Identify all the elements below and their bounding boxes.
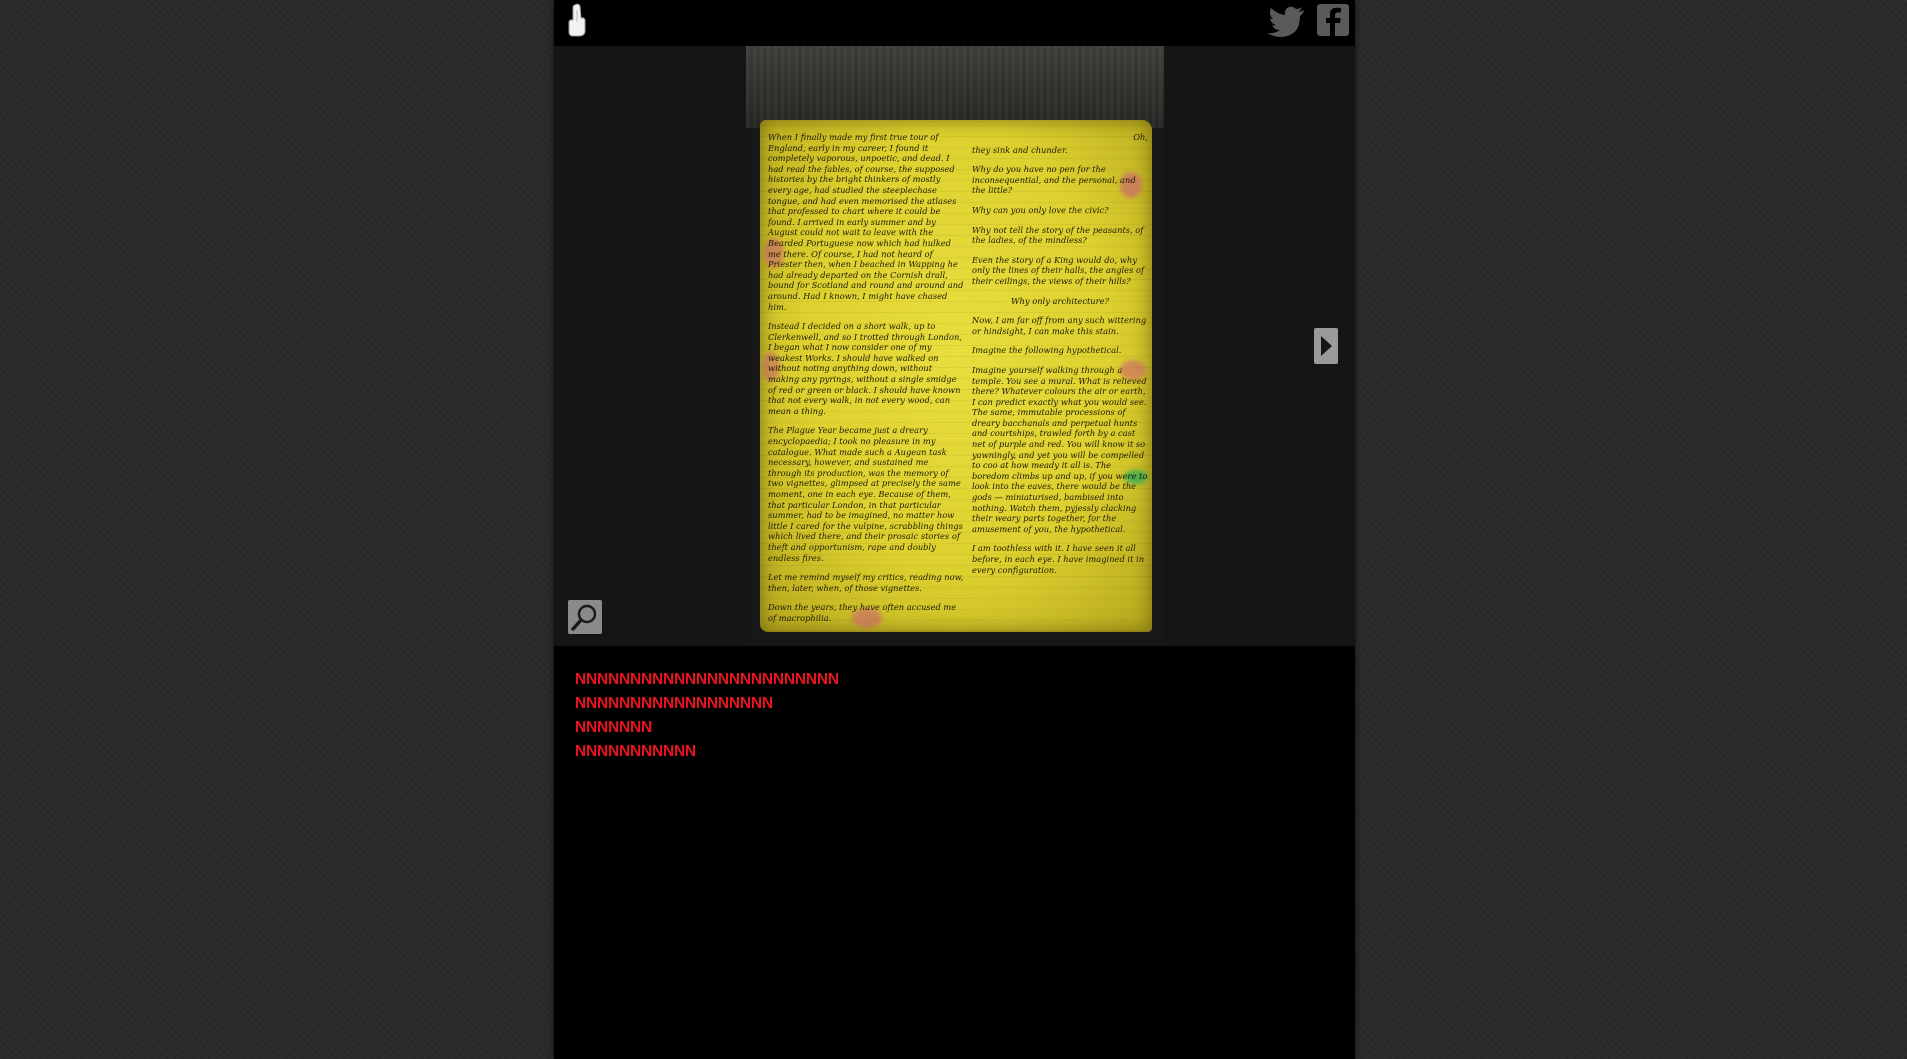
- paragraph: Oh,: [1133, 132, 1148, 142]
- paragraph: When I finally made my first true tour o…: [768, 132, 964, 312]
- caption-line: NNNNNNNNNNNNNNNNNN: [575, 695, 773, 712]
- paragraph: they sink and chunder.: [972, 144, 1068, 155]
- thumb-logo-icon[interactable]: [562, 2, 592, 38]
- top-bar: [554, 0, 1355, 46]
- zoom-button[interactable]: [568, 600, 602, 634]
- caption-text-panel: NNNNNNNNNNNNNNNNNNNNNNNN NNNNNNNNNNNNNNN…: [575, 668, 1335, 764]
- paragraph: Imagine yourself walking through a templ…: [972, 364, 1148, 534]
- paragraph: Let me remind myself my critics, reading…: [768, 572, 964, 593]
- manuscript-page: When I finally made my first true tour o…: [746, 46, 1164, 646]
- paragraph: Even the story of a King would do, why o…: [972, 254, 1145, 286]
- paragraph: Imagine the following hypothetical.: [972, 345, 1122, 356]
- caption-line: NNNNNNNNNNN: [575, 743, 696, 760]
- caption-line: NNNNNNNNNNNNNNNNNNNNNNNN: [575, 671, 839, 688]
- paragraph: Now, I am far off from any such witterin…: [972, 315, 1147, 336]
- page-header-band: [746, 46, 1164, 128]
- app-shell: When I finally made my first true tour o…: [554, 0, 1355, 1059]
- paragraph: Instead I decided on a short walk, up to…: [768, 321, 963, 416]
- magnifier-icon: [571, 604, 597, 631]
- left-text-column: When I finally made my first true tour o…: [768, 132, 964, 632]
- right-text-column: Oh, they sink and chunder. Why do you ha…: [972, 132, 1148, 584]
- paragraph: Why do you have no pen for the inconsequ…: [972, 164, 1136, 196]
- paragraph: Why not tell the story of the peasants, …: [972, 224, 1144, 246]
- facebook-icon[interactable]: [1316, 3, 1350, 37]
- yellow-paper: When I finally made my first true tour o…: [760, 120, 1152, 632]
- paragraph: Why can you only love the civic?: [972, 204, 1109, 215]
- paragraph: I am toothless with it. I have seen it a…: [972, 543, 1145, 575]
- caption-line: NNNNNNN: [575, 719, 652, 736]
- paragraph: The Plague Year became just a dreary enc…: [768, 425, 963, 563]
- paragraph: Why only architecture?: [1011, 295, 1109, 306]
- next-page-arrow-icon[interactable]: [1314, 328, 1338, 364]
- paragraph: Down the years, they have often accused …: [768, 602, 957, 623]
- twitter-icon[interactable]: [1266, 4, 1306, 38]
- page-viewer: When I finally made my first true tour o…: [554, 46, 1355, 646]
